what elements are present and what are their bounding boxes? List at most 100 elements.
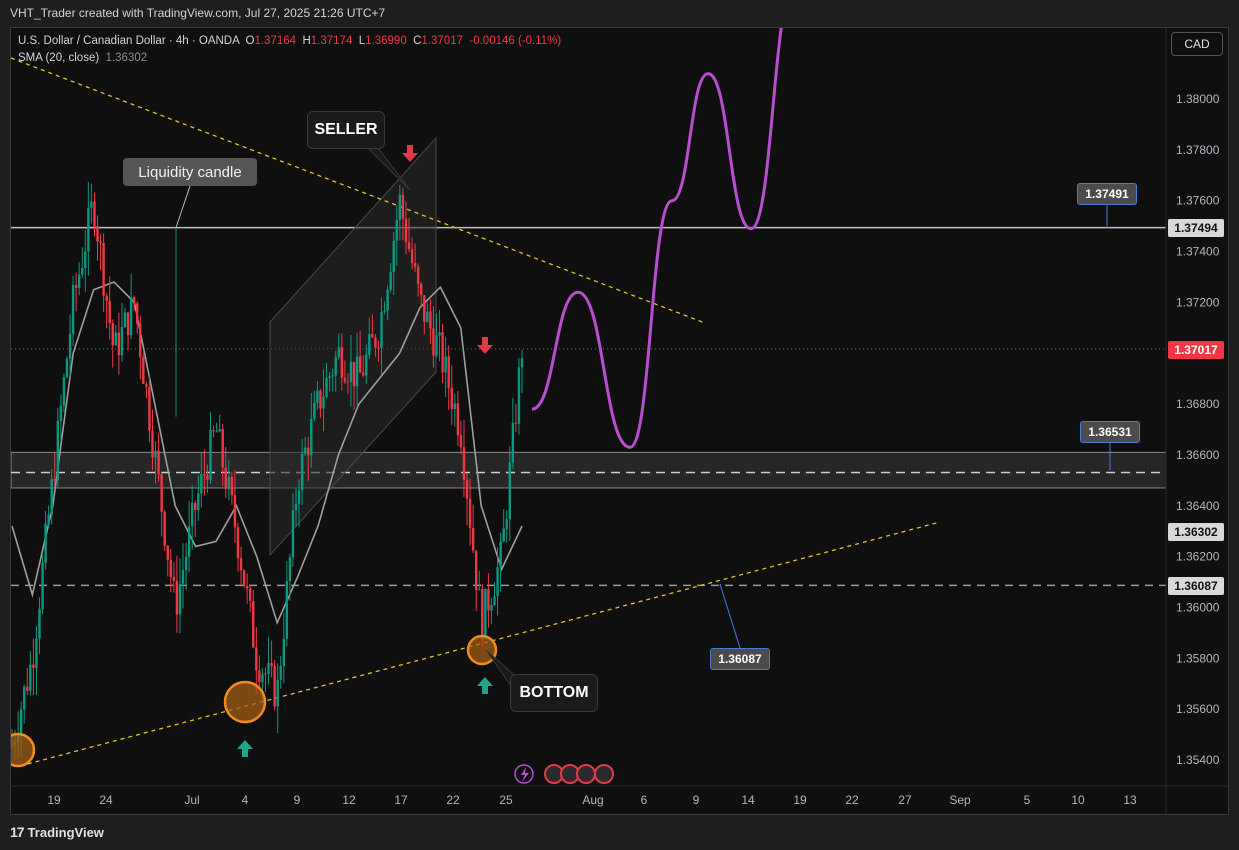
candle — [450, 365, 453, 426]
sma-value: 1.36302 — [105, 52, 148, 64]
tradingview-logo-icon: 17 — [10, 824, 25, 840]
candle — [102, 233, 105, 313]
candle — [239, 546, 243, 585]
candle — [99, 234, 102, 270]
open-value: 1.37164 — [254, 35, 297, 47]
swing-low-circle[interactable] — [2, 732, 36, 768]
candle — [285, 561, 289, 647]
candle — [459, 420, 463, 454]
candle — [474, 550, 478, 612]
currency-button[interactable]: CAD — [1171, 32, 1223, 56]
candle-body — [462, 447, 466, 480]
lower-note-tag[interactable]: 1.36087 — [710, 648, 770, 670]
us-flag-event-icon[interactable] — [576, 764, 596, 784]
candle-body — [50, 478, 53, 515]
candle-body — [114, 332, 118, 346]
candle-body — [209, 430, 212, 480]
candle — [96, 215, 99, 261]
swing-low-circle[interactable] — [466, 634, 498, 666]
x-tick-label: 14 — [741, 793, 755, 807]
candle — [444, 337, 447, 397]
candle-body — [215, 431, 218, 433]
candle — [517, 357, 521, 435]
swing-low-circle[interactable] — [223, 680, 267, 724]
candle-body — [181, 570, 185, 584]
candle — [93, 192, 96, 237]
liquidity-candle-label: Liquidity candle — [123, 158, 257, 186]
candle — [126, 311, 130, 351]
middle-note-tag[interactable]: 1.36531 — [1080, 421, 1140, 443]
rising-channel[interactable] — [269, 136, 437, 557]
candle-body — [26, 686, 29, 691]
us-flag-event-icon[interactable] — [594, 764, 614, 784]
candle-body — [90, 201, 93, 208]
brand-name: TradingView — [27, 824, 104, 840]
candle-body — [371, 334, 374, 338]
candle-body — [270, 663, 273, 666]
candle — [123, 307, 127, 328]
up-arrow-icon — [237, 740, 253, 757]
candle-body — [108, 300, 111, 324]
candle-body — [374, 337, 377, 348]
candle — [41, 555, 44, 614]
candle-body — [197, 493, 200, 511]
candle-body — [126, 312, 130, 336]
candle-body — [389, 272, 392, 290]
x-tick-label: 5 — [1024, 793, 1031, 807]
x-tick-label: 24 — [99, 793, 113, 807]
candle-body — [514, 422, 518, 424]
candle-body — [212, 430, 215, 432]
candle — [194, 500, 197, 538]
candle-body — [499, 541, 502, 568]
candle-body — [398, 194, 402, 220]
candle — [163, 509, 166, 552]
demand-zone[interactable] — [11, 451, 1166, 489]
candle-body — [261, 674, 264, 682]
candle — [139, 315, 142, 380]
candle-body — [99, 241, 102, 244]
candle — [212, 425, 215, 438]
candle-body — [401, 194, 405, 219]
candle-body — [349, 361, 353, 382]
candle — [87, 181, 90, 276]
candle — [484, 588, 487, 640]
candle — [453, 393, 457, 427]
candle-body — [47, 514, 50, 524]
x-tick-label: 10 — [1071, 793, 1085, 807]
tradingview-brand[interactable]: 17 TradingView — [10, 824, 104, 840]
y-tick-label: 1.37800 — [1176, 143, 1220, 157]
x-tick-label: 22 — [446, 793, 460, 807]
y-tick-label: 1.37200 — [1176, 295, 1220, 309]
candle — [71, 275, 75, 346]
candle — [276, 663, 279, 734]
x-tick-label: 6 — [641, 793, 648, 807]
candle — [456, 390, 460, 446]
upper-note-tag[interactable]: 1.37491 — [1077, 183, 1137, 205]
candle-body — [420, 283, 423, 295]
price-chart[interactable]: 1.38000 1.37800 1.37600 1.37400 1.37200 1.368… — [0, 0, 1239, 850]
candle-body — [142, 357, 145, 384]
candle-body — [334, 357, 337, 376]
candle-body — [59, 405, 63, 422]
candle — [23, 684, 26, 724]
candle-body — [157, 450, 160, 475]
candle-body — [242, 570, 246, 587]
candle-body — [145, 383, 148, 387]
candle-body — [416, 266, 420, 284]
candle-body — [352, 361, 356, 387]
candle-body — [288, 557, 292, 582]
candle-body — [310, 418, 313, 456]
candle-body — [517, 367, 521, 424]
resistance-price-tag: 1.37494 — [1168, 219, 1224, 237]
candle-body — [203, 474, 206, 476]
candle-body — [303, 447, 307, 454]
y-tick-label: 1.35400 — [1176, 753, 1220, 767]
candle-body — [395, 219, 398, 241]
candle-body — [468, 498, 472, 529]
down-arrow-icon — [402, 145, 418, 162]
candle — [90, 183, 93, 224]
candle — [32, 638, 35, 696]
candle-body — [410, 249, 414, 263]
candle-body — [279, 665, 282, 680]
projection-path[interactable] — [531, 0, 795, 449]
